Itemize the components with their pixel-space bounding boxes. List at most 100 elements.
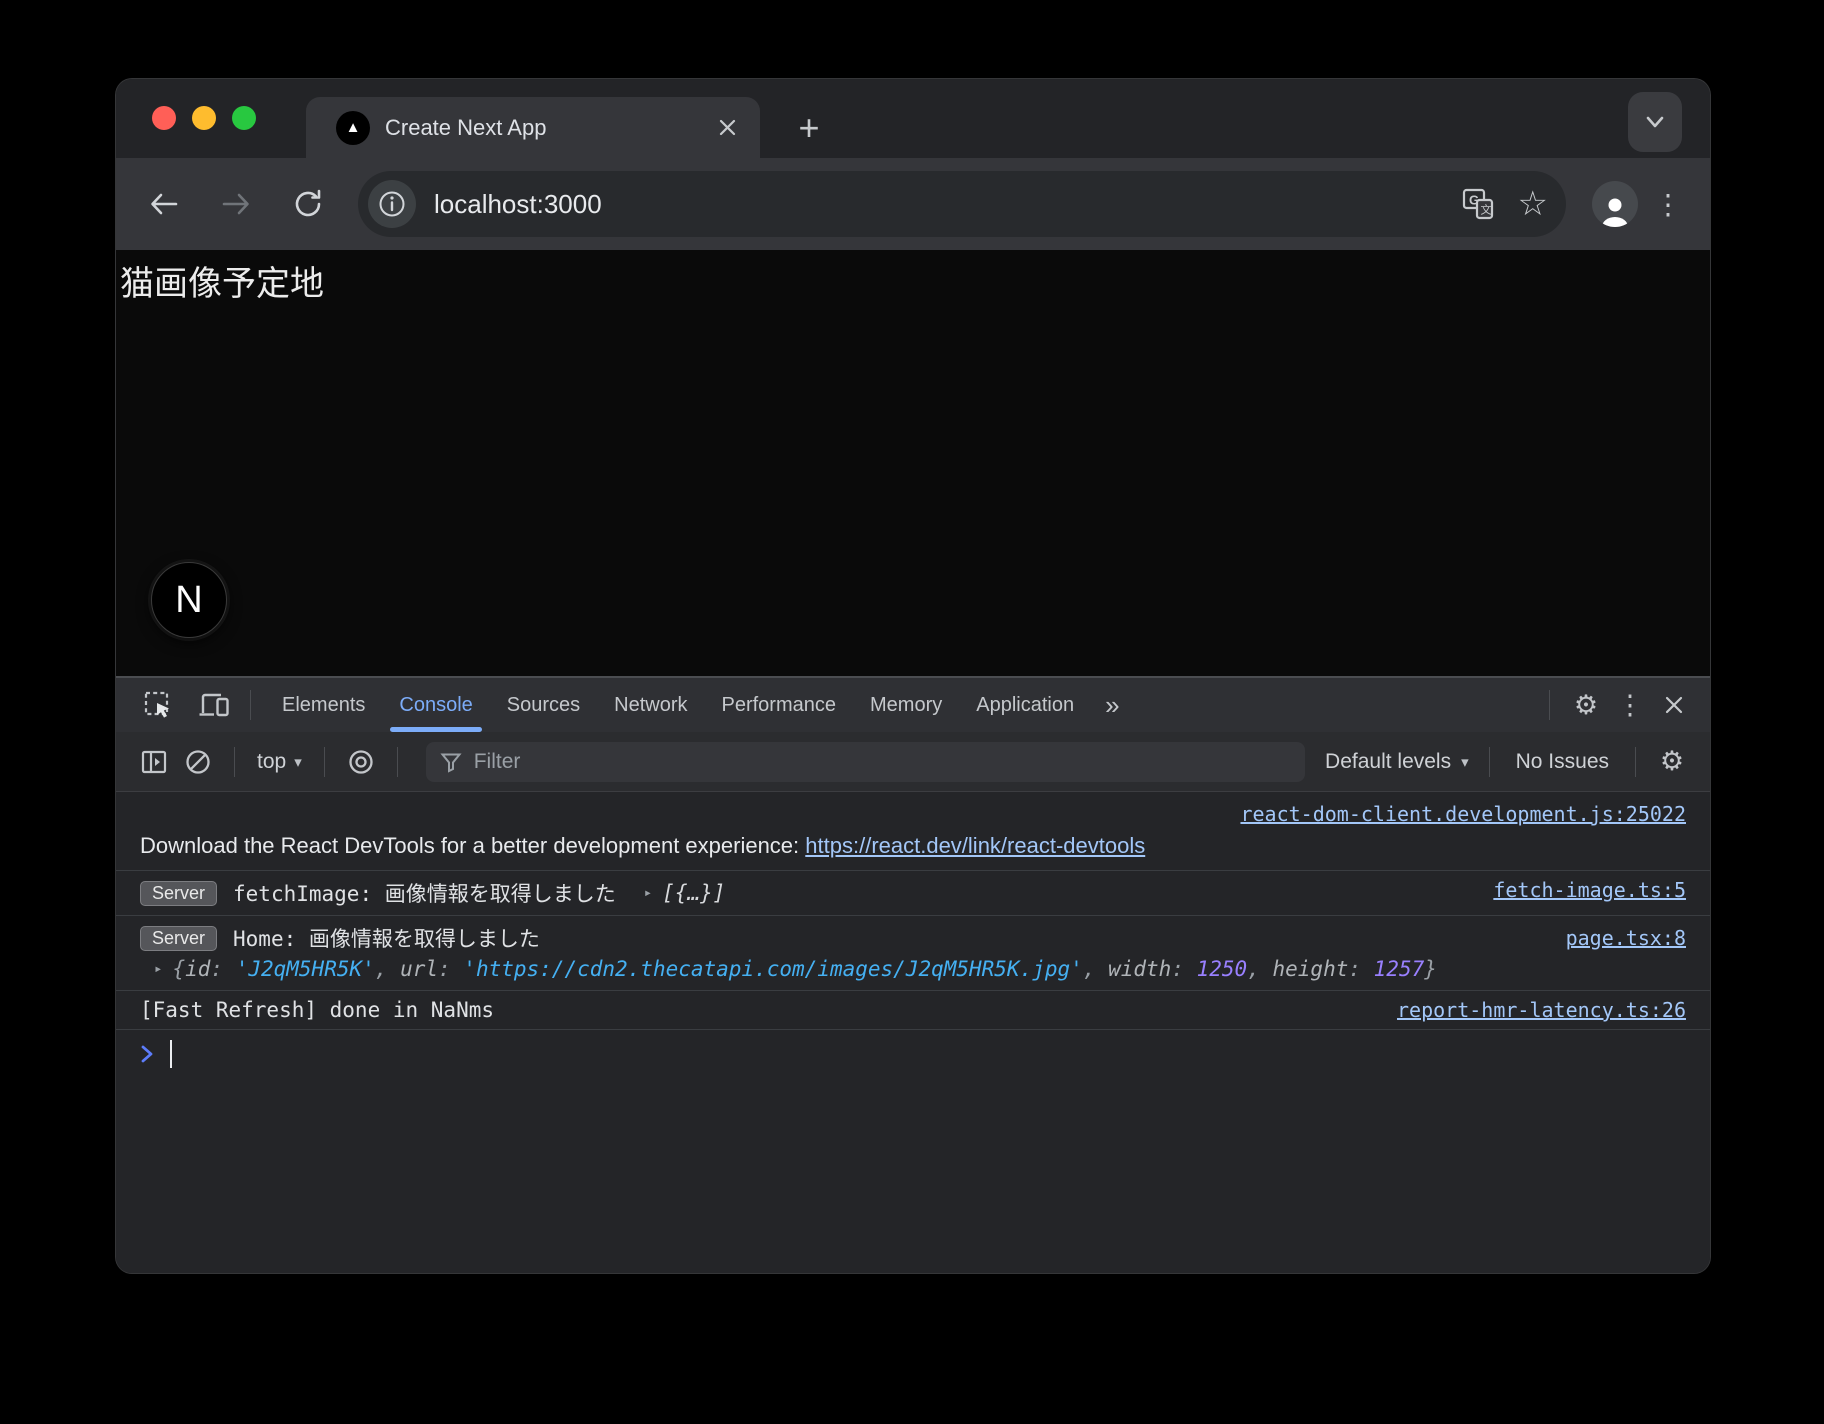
device-toolbar-button[interactable] [192,685,236,725]
reload-button[interactable] [282,178,334,230]
source-link[interactable]: fetch-image.ts:5 [1493,878,1686,902]
browser-menu-button[interactable]: ⋮ [1648,188,1688,221]
nextjs-devtools-button[interactable]: N [151,562,227,638]
console-message: Server Home: 画像情報を取得しました page.tsx:8 ▸ {i… [116,916,1710,991]
devtools-tab-memory[interactable]: Memory [853,678,959,732]
person-icon [1598,195,1632,227]
browser-tab[interactable]: ▲ Create Next App [306,97,760,158]
object-preview-collapsed[interactable]: [{…}] [662,881,725,905]
devtools-tab-network[interactable]: Network [597,678,704,732]
eye-icon [346,749,376,775]
filter-placeholder: Filter [474,750,521,774]
devtools-close-button[interactable] [1652,685,1696,725]
device-toolbar-icon [198,690,230,720]
devtools-tab-performance[interactable]: Performance [705,678,854,732]
console-message: react-dom-client.development.js:25022 Do… [116,792,1710,871]
console-message: [Fast Refresh] done in NaNms report-hmr-… [116,991,1710,1030]
prompt-chevron-icon [140,1044,154,1064]
back-button[interactable] [138,178,190,230]
kebab-icon: ⋮ [1617,692,1644,719]
live-expression-button[interactable] [339,742,383,782]
expand-arrow-icon[interactable]: ▸ [154,961,162,977]
object-preview-expanded[interactable]: ▸ {id: 'J2qM5HR5K', url: 'https://cdn2.t… [140,953,1686,983]
server-badge: Server [140,881,217,906]
tab-close-icon[interactable] [710,111,744,145]
tab-strip: ▲ Create Next App + [116,79,1710,158]
page-viewport: 猫画像予定地 N [116,250,1710,676]
separator [1549,690,1550,720]
devtools-tab-console[interactable]: Console [382,678,489,732]
expand-arrow-icon[interactable]: ▸ [644,885,652,901]
devtools-panel: Elements Console Sources Network Perform… [116,676,1710,1273]
devtools-menu-button[interactable]: ⋮ [1608,685,1652,725]
source-link[interactable]: report-hmr-latency.ts:26 [1397,998,1686,1022]
vercel-triangle-icon: ▲ [346,119,361,136]
more-tabs-button[interactable]: » [1091,690,1133,721]
separator [1635,747,1636,777]
close-window-button[interactable] [152,106,176,130]
console-filter-input[interactable]: Filter [426,742,1305,782]
back-arrow-icon [147,187,181,221]
reload-icon [291,187,325,221]
zoom-window-button[interactable] [232,106,256,130]
issues-counter[interactable]: No Issues [1504,750,1621,774]
new-tab-button[interactable]: + [781,100,837,156]
clear-console-button[interactable] [176,742,220,782]
address-bar[interactable]: localhost:3000 G 文 ☆ [358,171,1566,237]
react-devtools-link[interactable]: https://react.dev/link/react-devtools [805,833,1145,858]
devtools-tab-elements[interactable]: Elements [265,678,382,732]
inspect-element-button[interactable] [136,685,180,725]
tab-search-button[interactable] [1628,92,1682,152]
text-cursor [170,1040,172,1068]
page-heading: 猫画像予定地 [116,250,1710,305]
translate-button[interactable]: G 文 [1460,186,1496,222]
minimize-window-button[interactable] [192,106,216,130]
inspect-cursor-icon [143,690,173,720]
star-icon: ☆ [1518,187,1548,221]
separator [250,690,251,720]
url-text[interactable]: localhost:3000 [434,189,1438,220]
screenshot-canvas: ▲ Create Next App + [0,0,1824,1424]
separator [324,747,325,777]
log-levels-selector[interactable]: Default levels ▾ [1319,750,1475,774]
separator [234,747,235,777]
site-info-button[interactable] [368,180,416,228]
levels-label: Default levels [1325,750,1451,774]
message-text: fetchImage: 画像情報を取得しました [233,878,616,908]
console-message: Server fetchImage: 画像情報を取得しました ▸ [{…}] f… [116,871,1710,916]
message-text: [Fast Refresh] done in NaNms [140,998,494,1022]
console-settings-button[interactable]: ⚙ [1650,742,1694,782]
filter-funnel-icon [440,751,462,773]
chevron-down-icon: ▾ [1461,753,1469,771]
source-link[interactable]: page.tsx:8 [1566,926,1686,950]
context-selector[interactable]: top ▾ [249,750,310,774]
bookmark-button[interactable]: ☆ [1518,187,1548,221]
console-prompt[interactable] [116,1030,1710,1078]
devtools-tab-application[interactable]: Application [959,678,1091,732]
browser-toolbar: localhost:3000 G 文 ☆ [116,158,1710,250]
nextjs-favicon-icon: ▲ [336,111,370,145]
separator [1489,747,1490,777]
chevron-down-icon [1642,109,1668,135]
source-link[interactable]: react-dom-client.development.js:25022 [1240,802,1686,826]
svg-text:文: 文 [1480,203,1491,217]
double-chevron-icon: » [1105,690,1119,720]
message-text: Home: 画像情報を取得しました [233,923,1548,953]
message-text: Download the React DevTools for a better… [140,833,799,858]
profile-avatar[interactable] [1592,181,1638,227]
nextjs-n-logo: N [175,579,202,622]
sidebar-panel-icon [140,749,168,775]
tab-title: Create Next App [385,115,710,141]
console-log-area[interactable]: react-dom-client.development.js:25022 Do… [116,792,1710,1273]
devtools-tab-sources[interactable]: Sources [490,678,597,732]
traffic-lights [152,106,256,130]
console-toolbar: top ▾ Filter De [116,732,1710,792]
devtools-tabbar: Elements Console Sources Network Perform… [116,678,1710,732]
devtools-settings-button[interactable]: ⚙ [1564,685,1608,725]
console-sidebar-button[interactable] [132,742,176,782]
chevron-down-icon: ▾ [294,753,302,771]
close-icon [1664,695,1684,715]
forward-button[interactable] [210,178,262,230]
gear-icon: ⚙ [1574,692,1598,719]
context-label: top [257,750,286,774]
